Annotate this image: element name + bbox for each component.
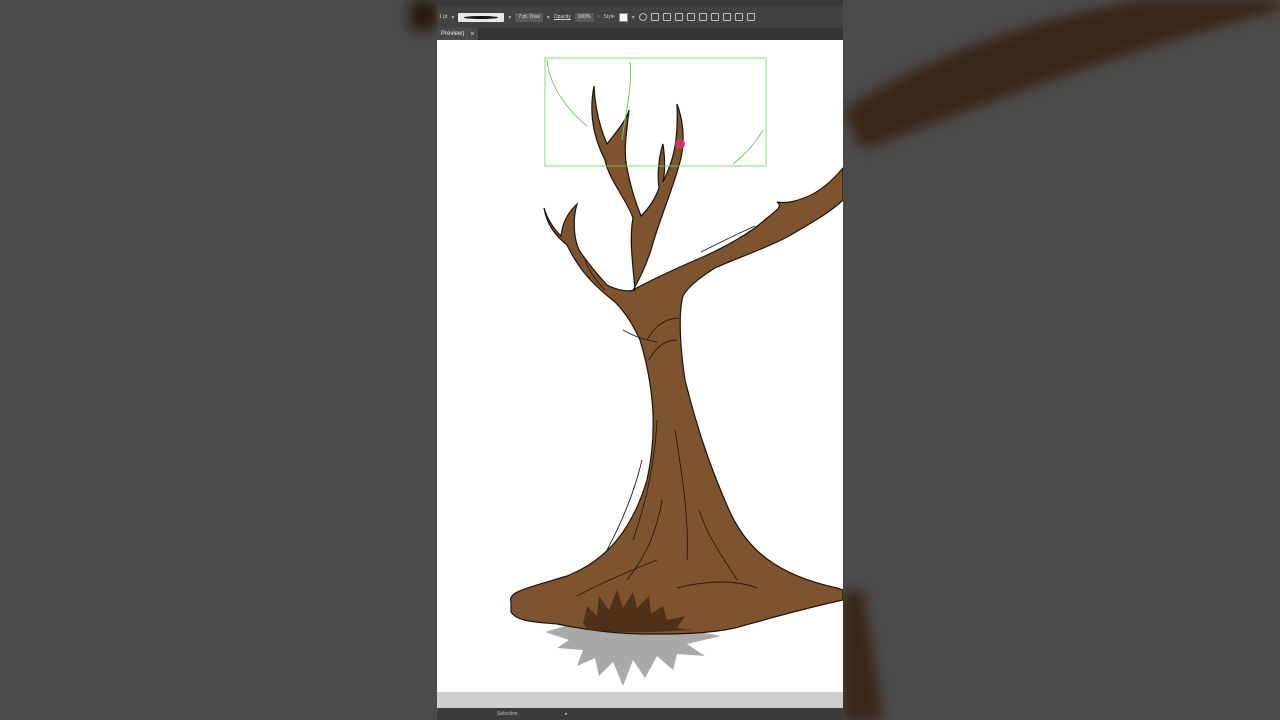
status-bar: Selection ▸ — [437, 692, 843, 720]
stroke-weight-field[interactable]: 1 pt — [439, 13, 447, 22]
style-swatch[interactable] — [618, 12, 628, 22]
document-tab-label: Preview) — [441, 31, 465, 37]
align-middle-icon[interactable] — [710, 13, 719, 21]
style-dropdown-icon[interactable]: ▾ — [632, 14, 635, 21]
align-bottom-icon[interactable] — [722, 13, 731, 21]
status-strip: Selection ▸ — [437, 708, 843, 720]
align-to-icon[interactable] — [650, 13, 659, 21]
control-bar: 1 pt ▾ ▾ 7 pt. Oval ▾ Opacity 100% › Sty… — [437, 6, 843, 28]
stroke-weight-dropdown-icon[interactable]: ▾ — [451, 14, 454, 21]
brush-stroke-preview[interactable] — [458, 12, 505, 22]
recolor-artwork-icon[interactable] — [638, 13, 647, 21]
opacity-label[interactable]: Opacity — [554, 13, 571, 22]
document-tab[interactable]: Preview) × — [437, 28, 479, 40]
anchor-point-dot[interactable] — [675, 139, 685, 149]
status-tool-label: Selection — [497, 711, 518, 717]
selected-branch-paths — [546, 59, 764, 165]
align-left-icon[interactable] — [662, 13, 671, 21]
artboard-canvas[interactable] — [437, 40, 843, 692]
left-blur-shapes — [410, 0, 437, 30]
distribute-horizontal-icon[interactable] — [746, 13, 755, 21]
brush-dropdown-icon[interactable]: ▾ — [508, 14, 511, 21]
tree-trunk — [509, 85, 843, 635]
close-tab-icon[interactable]: × — [470, 31, 474, 38]
selection-bounding-box[interactable] — [544, 57, 767, 167]
opacity-field[interactable]: 100% — [574, 12, 594, 22]
right-blur-shapes — [843, 0, 1280, 720]
align-right-icon[interactable] — [686, 13, 695, 21]
opacity-arrow-icon[interactable]: › — [598, 14, 600, 20]
style-label: Style — [603, 14, 615, 20]
align-center-icon[interactable] — [674, 13, 683, 21]
profile-dropdown-icon[interactable]: ▾ — [547, 14, 550, 21]
variable-width-profile[interactable]: 7 pt. Oval — [515, 12, 543, 22]
tree-artwork — [509, 57, 843, 686]
align-top-icon[interactable] — [698, 13, 707, 21]
left-blurred-background — [0, 0, 437, 720]
illustrator-window: 1 pt ▾ ▾ 7 pt. Oval ▾ Opacity 100% › Sty… — [437, 0, 843, 720]
right-blurred-background — [843, 0, 1280, 720]
document-tab-bar: Preview) × — [437, 28, 843, 40]
distribute-icon[interactable] — [734, 13, 743, 21]
status-arrow-icon[interactable]: ▸ — [565, 711, 568, 717]
